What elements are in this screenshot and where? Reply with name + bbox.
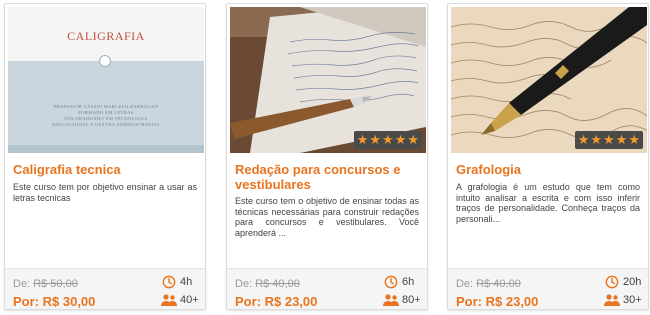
old-price-label: De: bbox=[456, 278, 474, 290]
star-icon: ★ bbox=[382, 132, 394, 147]
new-price-value: R$ 23,00 bbox=[264, 294, 318, 309]
course-image-grafologia[interactable]: ★ ★ ★ ★ ★ bbox=[451, 7, 647, 153]
course-footer: De: R$ 50,00 Por: R$ 30,00 4h 40+ bbox=[5, 268, 205, 309]
course-footer: De: R$ 40,00 Por: R$ 23,00 6h 80+ bbox=[227, 268, 427, 309]
star-icon: ★ bbox=[369, 132, 382, 147]
star-icon: ★ bbox=[628, 132, 640, 147]
new-price-label: Por: bbox=[235, 294, 261, 309]
new-price: Por: R$ 23,00 bbox=[235, 294, 317, 309]
slide-line: EDUCACIONAL E GESTÃO ADMINISTRATIVA bbox=[52, 122, 160, 127]
old-price: De: R$ 40,00 bbox=[235, 278, 300, 290]
rating-stars: ★ ★ ★ ★ ★ bbox=[574, 131, 643, 149]
star-icon: ★ bbox=[590, 132, 603, 147]
rating-stars: ★ ★ ★ ★ ★ bbox=[353, 131, 422, 149]
new-price-label: Por: bbox=[456, 294, 482, 309]
new-price: Por: R$ 30,00 bbox=[13, 294, 95, 309]
old-price-value: R$ 40,00 bbox=[255, 278, 300, 290]
old-price-value: R$ 50,00 bbox=[33, 278, 78, 290]
old-price: De: R$ 40,00 bbox=[456, 278, 521, 290]
clock-icon bbox=[162, 275, 176, 289]
course-card-caligrafia[interactable]: CALIGRAFIA PROFESSOR CÁSSIO MARCELO BARR… bbox=[4, 3, 206, 310]
star-icon: ★ bbox=[394, 132, 407, 147]
course-students: 30+ bbox=[623, 294, 642, 306]
old-price-value: R$ 40,00 bbox=[476, 278, 521, 290]
course-students: 40+ bbox=[180, 294, 199, 306]
course-description: A grafologia é um estudo que tem como in… bbox=[456, 182, 640, 224]
course-title[interactable]: Caligrafia tecnica bbox=[13, 162, 197, 177]
people-icon bbox=[161, 294, 177, 306]
clock-icon bbox=[384, 275, 398, 289]
star-icon: ★ bbox=[577, 132, 590, 147]
course-image-redacao[interactable]: ★ ★ ★ ★ ★ bbox=[230, 7, 426, 153]
course-duration: 6h bbox=[402, 276, 415, 288]
people-icon bbox=[383, 294, 399, 306]
course-title[interactable]: Grafologia bbox=[456, 162, 640, 177]
course-description: Este curso tem o objetivo de ensinar tod… bbox=[235, 196, 419, 238]
new-price-value: R$ 23,00 bbox=[485, 294, 539, 309]
course-footer: De: R$ 40,00 Por: R$ 23,00 20h 30+ bbox=[448, 268, 648, 309]
course-students: 80+ bbox=[402, 294, 421, 306]
new-price-label: Por: bbox=[13, 294, 39, 309]
old-price-label: De: bbox=[13, 278, 31, 290]
slide-credits: PROFESSOR CÁSSIO MARCELO BARRAGAN FORMAD… bbox=[18, 104, 194, 128]
star-icon: ★ bbox=[603, 132, 615, 147]
course-image-caligrafia[interactable]: CALIGRAFIA PROFESSOR CÁSSIO MARCELO BARR… bbox=[8, 7, 204, 153]
old-price-label: De: bbox=[235, 278, 253, 290]
course-description: Este curso tem por objetivo ensinar a us… bbox=[13, 182, 197, 203]
course-card-grafologia[interactable]: ★ ★ ★ ★ ★ Grafologia A grafologia é um e… bbox=[447, 3, 649, 310]
course-duration: 20h bbox=[623, 276, 642, 288]
course-card-redacao[interactable]: ★ ★ ★ ★ ★ Redação para concursos e vesti… bbox=[226, 3, 428, 310]
clock-icon bbox=[605, 275, 619, 289]
star-icon: ★ bbox=[407, 132, 419, 147]
slide-circle bbox=[99, 55, 111, 67]
course-title[interactable]: Redação para concursos e vestibulares bbox=[235, 162, 419, 192]
new-price: Por: R$ 23,00 bbox=[456, 294, 538, 309]
star-icon: ★ bbox=[615, 132, 628, 147]
people-icon bbox=[604, 294, 620, 306]
new-price-value: R$ 30,00 bbox=[42, 294, 96, 309]
course-duration: 4h bbox=[180, 276, 193, 288]
star-icon: ★ bbox=[356, 132, 369, 147]
old-price: De: R$ 50,00 bbox=[13, 278, 78, 290]
slide-strip bbox=[8, 145, 204, 153]
slide-title: CALIGRAFIA bbox=[67, 29, 145, 43]
